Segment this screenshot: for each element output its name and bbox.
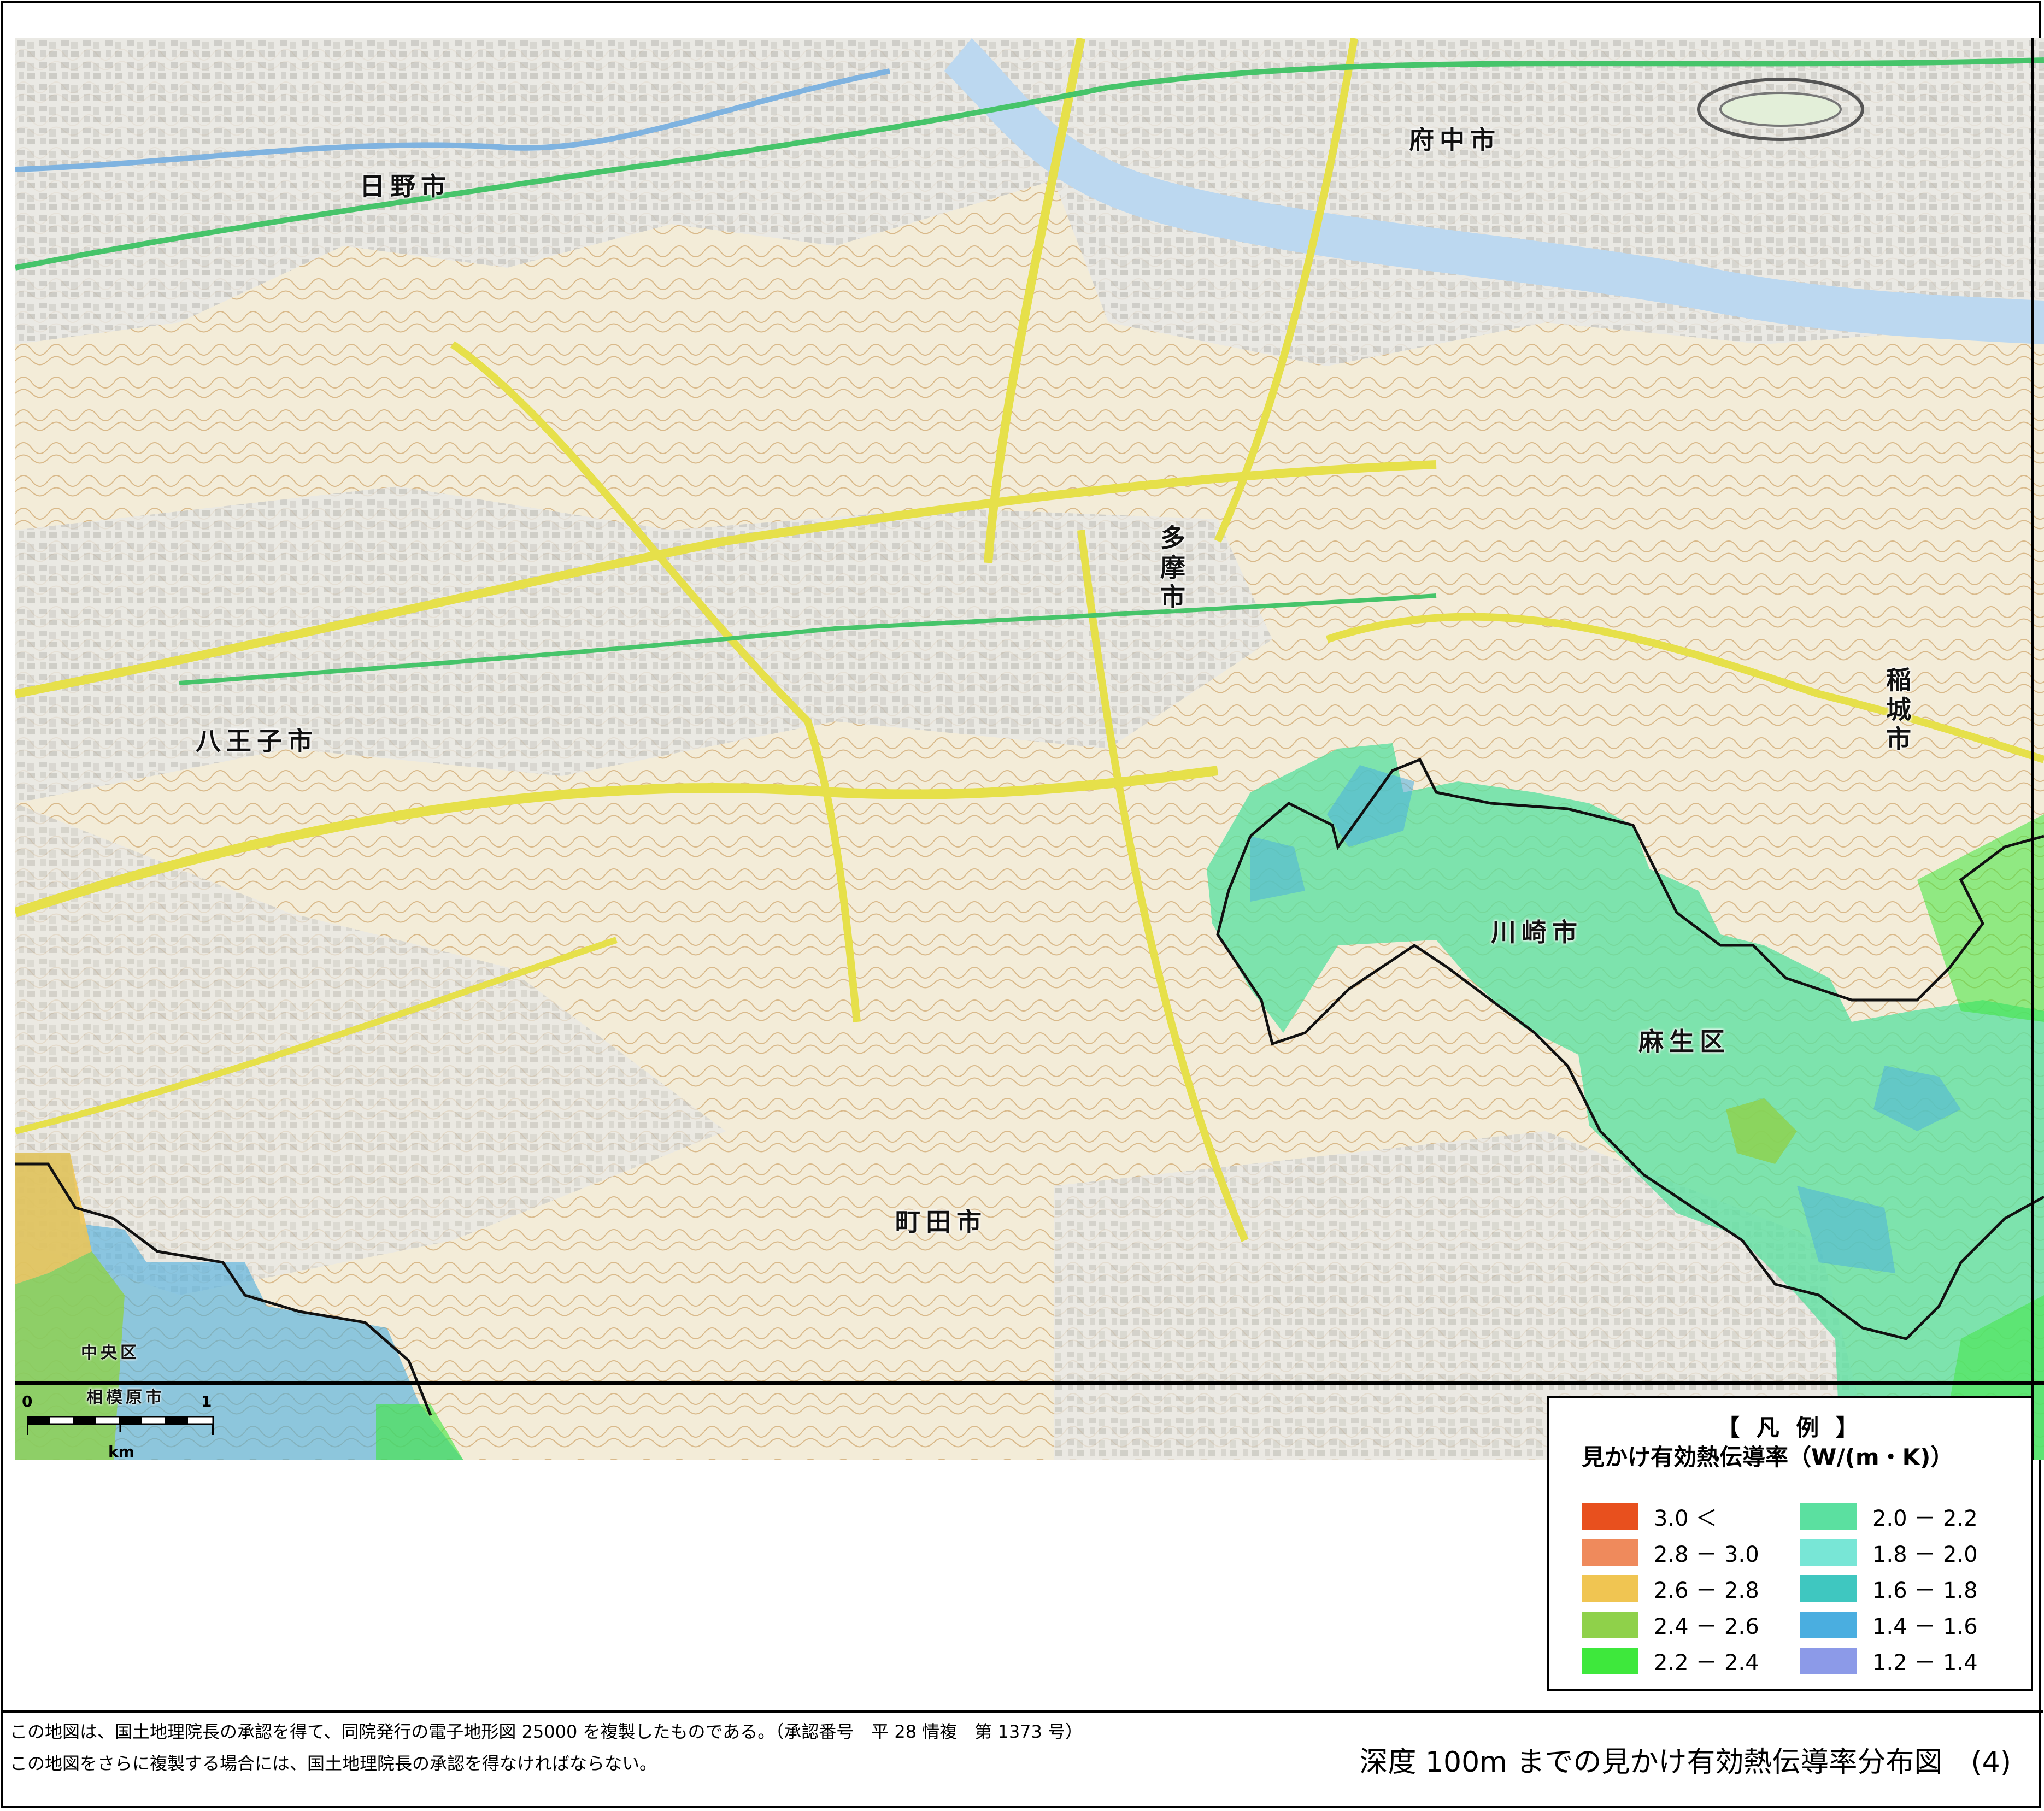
copyright-note: この地図は、国土地理院長の承認を得て、同院発行の電子地形図 25000 を複製し… bbox=[10, 1721, 1083, 1742]
city-label-tama: 多摩市 bbox=[1156, 525, 1186, 613]
legend-item: 2.8 － 3.0 bbox=[1582, 1538, 1759, 1567]
legend-swatch bbox=[1800, 1575, 1857, 1602]
legend-subtitle: 見かけ有効熱伝導率（W/(m・K)） bbox=[1582, 1444, 1954, 1471]
city-label-inagi: 稲城市 bbox=[1882, 667, 1912, 755]
legend-title: 【 凡 例 】 bbox=[1717, 1414, 1863, 1441]
map-canvas bbox=[15, 38, 2044, 1460]
reproduction-note: この地図をさらに複製する場合には、国土地理院長の承認を得なければならない。 bbox=[10, 1753, 657, 1774]
legend-swatch bbox=[1800, 1648, 1857, 1674]
legend-swatch bbox=[1582, 1575, 1638, 1602]
legend-swatch bbox=[1582, 1503, 1638, 1530]
legend-item: 2.6 － 2.8 bbox=[1582, 1574, 1759, 1603]
legend-label: 2.4 － 2.6 bbox=[1654, 1614, 1759, 1639]
legend-item: 2.0 － 2.2 bbox=[1800, 1502, 1978, 1531]
city-label-machida: 町田市 bbox=[895, 1207, 987, 1237]
legend-label: 2.8 － 3.0 bbox=[1654, 1542, 1759, 1567]
scale-end-label: 1 bbox=[201, 1392, 212, 1410]
footer-notes: この地図は、国土地理院長の承認を得て、同院発行の電子地形図 25000 を複製し… bbox=[10, 1716, 1267, 1779]
legend-swatch bbox=[1800, 1503, 1857, 1530]
topographic-map[interactable]: 日野市 府中市 多摩市 八王子市 稲城市 川崎市 麻生区 町田市 中央区 相模原… bbox=[15, 38, 2044, 1460]
legend-label: 2.6 － 2.8 bbox=[1654, 1578, 1759, 1603]
city-label-kawasaki: 川崎市 bbox=[1491, 918, 1583, 947]
legend-swatch bbox=[1582, 1539, 1638, 1566]
city-label-asao: 麻生区 bbox=[1638, 1027, 1730, 1056]
legend-label: 1.4 － 1.6 bbox=[1872, 1614, 1978, 1639]
legend-label: 1.6 － 1.8 bbox=[1872, 1578, 1978, 1603]
legend-label: 2.0 － 2.2 bbox=[1872, 1506, 1978, 1531]
legend-item: 1.6 － 1.8 bbox=[1800, 1574, 1978, 1603]
scale-start-label: 0 bbox=[22, 1392, 33, 1410]
ward-label-chuo: 中央区 bbox=[81, 1343, 140, 1362]
map-title: 深度 100m までの見かけ有効熱伝導率分布図 (4) bbox=[1359, 1746, 2011, 1779]
legend-label: 3.0 ＜ bbox=[1654, 1506, 1718, 1531]
legend-swatch bbox=[1582, 1612, 1638, 1638]
map-right-border bbox=[2031, 38, 2034, 1460]
legend-swatch bbox=[1800, 1612, 1857, 1638]
legend-item: 1.2 － 1.4 bbox=[1800, 1647, 1978, 1675]
legend-label: 1.2 － 1.4 bbox=[1872, 1650, 1978, 1675]
legend-swatch bbox=[1582, 1648, 1638, 1674]
legend-item: 1.4 － 1.6 bbox=[1800, 1610, 1978, 1639]
city-label-fuchu: 府中市 bbox=[1409, 125, 1501, 155]
legend-item: 2.4 － 2.6 bbox=[1582, 1610, 1759, 1639]
legend-label: 1.8 － 2.0 bbox=[1872, 1542, 1978, 1567]
legend-swatch bbox=[1800, 1539, 1857, 1566]
city-label-hino: 日野市 bbox=[360, 172, 451, 201]
footer-divider bbox=[1, 1710, 2043, 1713]
scale-unit-label: km bbox=[108, 1443, 134, 1461]
map-bottom-border bbox=[15, 1381, 2044, 1385]
racecourse-infield bbox=[1719, 92, 1842, 127]
legend-item: 1.8 － 2.0 bbox=[1800, 1538, 1978, 1567]
city-label-hachioji: 八王子市 bbox=[196, 726, 318, 756]
scale-bar: 0 1 km bbox=[22, 1392, 230, 1463]
legend: 【 凡 例 】 見かけ有効熱伝導率（W/(m・K)） 3.0 ＜ 2.8 － 3… bbox=[1547, 1396, 2033, 1691]
legend-item: 3.0 ＜ bbox=[1582, 1502, 1717, 1531]
legend-item: 2.2 － 2.4 bbox=[1582, 1647, 1759, 1675]
legend-label: 2.2 － 2.4 bbox=[1654, 1650, 1759, 1675]
